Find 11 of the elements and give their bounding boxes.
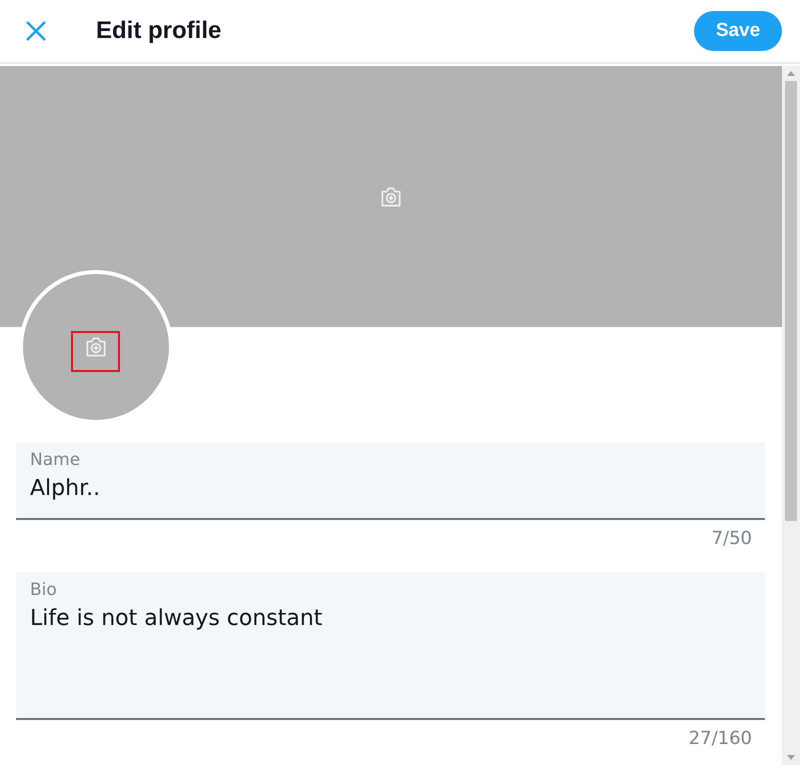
- scrollbar[interactable]: [782, 66, 800, 765]
- name-field[interactable]: Name Alphr..: [16, 442, 765, 520]
- field-label: Name: [30, 450, 80, 470]
- character-counter: 7/50: [712, 528, 752, 551]
- field-value: Alphr..: [30, 476, 100, 501]
- character-counter: 27/160: [688, 728, 752, 751]
- close-icon[interactable]: [25, 20, 47, 42]
- bio-field[interactable]: Bio Life is not always constant: [16, 572, 765, 720]
- field-value: Life is not always constant: [30, 606, 322, 631]
- dialog-title: Edit profile: [96, 17, 222, 45]
- field-label: Bio: [30, 580, 57, 600]
